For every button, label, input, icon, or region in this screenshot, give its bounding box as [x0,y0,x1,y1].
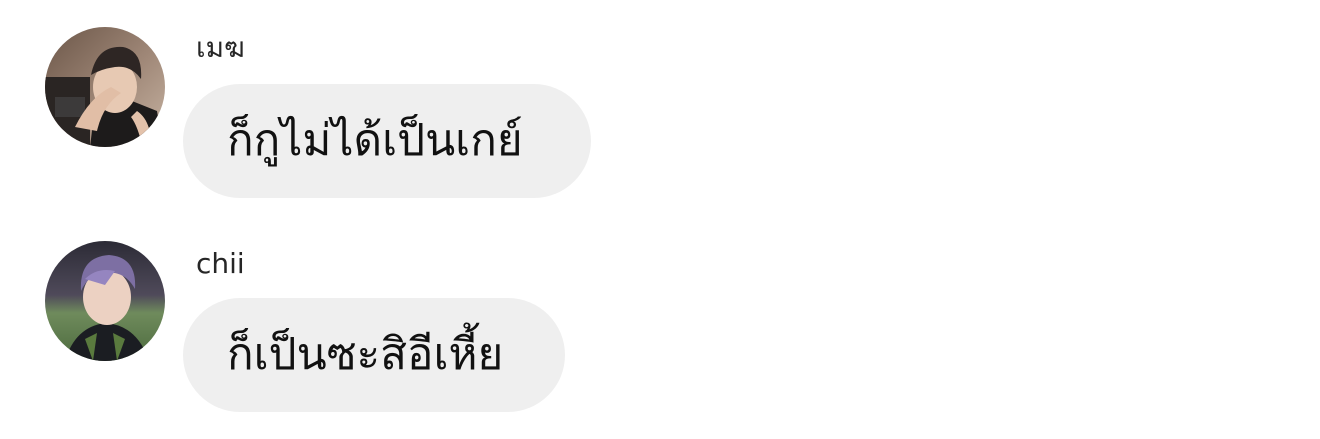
message-bubble[interactable]: ก็เป็นซะสิอีเหี้ย [183,298,565,412]
sender-name: chii [196,247,245,280]
message-row: chii ก็เป็นซะสิอีเหี้ย [0,210,1320,439]
sender-name: เมฆ [196,31,245,64]
message-text: ก็กูไม่ได้เป็นเกย์ [227,115,523,166]
avatar-photo [45,241,165,361]
message-text: ก็เป็นซะสิอีเหี้ย [227,329,504,380]
message-row: เมฆ ก็กูไม่ได้เป็นเกย์ [0,0,1320,210]
message-bubble[interactable]: ก็กูไม่ได้เป็นเกย์ [183,84,591,198]
avatar[interactable] [45,27,165,147]
avatar[interactable] [45,241,165,361]
avatar-photo [45,27,165,147]
